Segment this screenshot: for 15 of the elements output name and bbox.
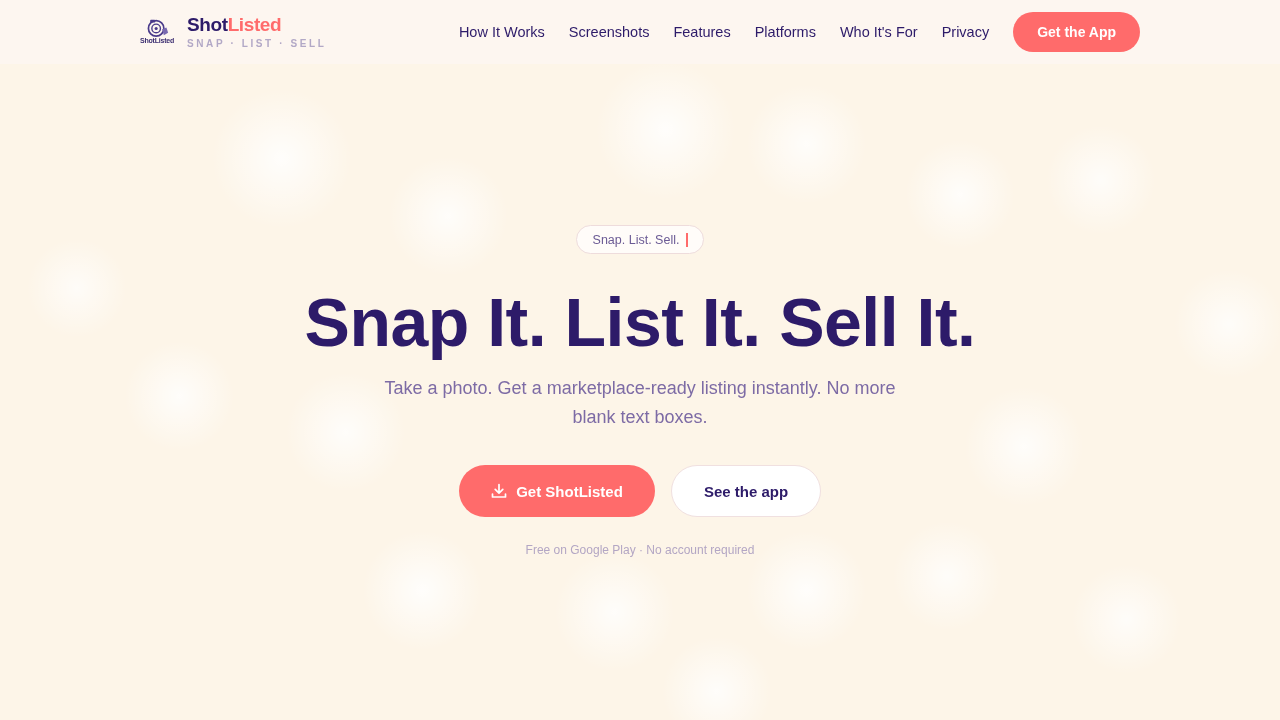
hero-note: Free on Google Play · No account required (525, 542, 755, 558)
nav-link[interactable]: How It Works (458, 24, 545, 40)
download-icon (491, 483, 508, 499)
brand-tagline: SNAP · LIST · SELL (187, 37, 327, 51)
nav-link[interactable]: Features (673, 24, 731, 40)
nav-link[interactable]: Privacy (941, 24, 990, 40)
hero-subtitle: Take a photo. Get a marketplace-ready listing instantly. No more blank text boxes. (383, 377, 897, 429)
nav-link[interactable]: Who It's For (839, 24, 918, 40)
camera-logo-icon (145, 19, 169, 37)
brand-name[interactable]: ShotListed (187, 15, 327, 35)
eyebrow-text: Snap. List. Sell. (592, 232, 680, 247)
hero-title: Snap It. List It. Sell It. (304, 285, 976, 360)
see-app-button[interactable]: See the app (671, 465, 821, 517)
nav-link[interactable]: Platforms (754, 24, 816, 40)
nav-link[interactable]: Screenshots (568, 24, 650, 40)
